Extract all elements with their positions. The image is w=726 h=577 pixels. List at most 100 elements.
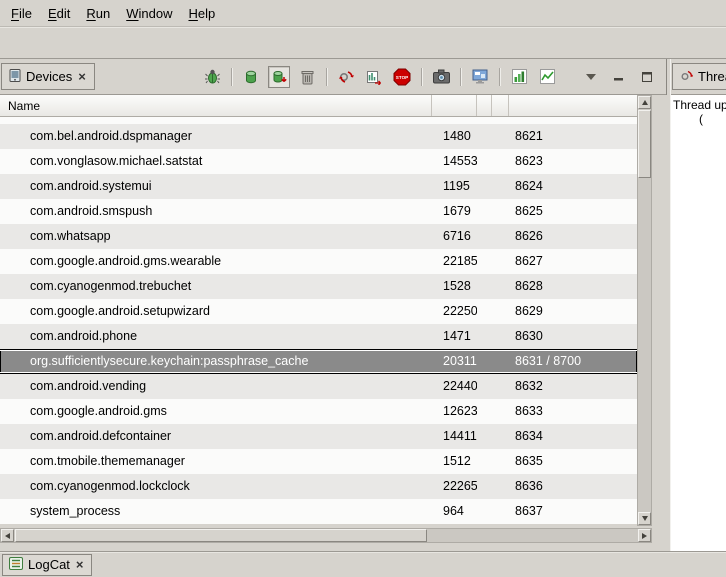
- pid-cell: 1679: [432, 199, 477, 224]
- update-heap-icon[interactable]: [240, 66, 262, 88]
- menu-window[interactable]: Window: [118, 2, 180, 25]
- table-row[interactable]: com.cyanogenmod.trebuchet 1528 8628: [0, 274, 637, 299]
- svg-text:STOP: STOP: [396, 75, 408, 80]
- scroll-right-button[interactable]: [638, 529, 651, 542]
- port-cell: 8636: [509, 474, 637, 499]
- empty-cell: [477, 249, 492, 274]
- empty-cell: [492, 174, 509, 199]
- port-cell: 8625: [509, 199, 637, 224]
- arrow-left-icon: [5, 533, 10, 539]
- process-name-cell: com.android.phone: [0, 324, 432, 349]
- table-row[interactable]: com.google.android.setupwizard 22250 862…: [0, 299, 637, 324]
- close-icon[interactable]: ×: [77, 71, 87, 83]
- pid-cell: 20311: [432, 350, 477, 373]
- network-stats-icon[interactable]: [536, 66, 558, 88]
- empty-cell: [492, 224, 509, 249]
- menu-file[interactable]: File: [3, 2, 40, 25]
- pid-cell: 22250: [432, 299, 477, 324]
- debug-process-icon[interactable]: [201, 66, 223, 88]
- horizontal-scrollbar-thumb[interactable]: [15, 529, 427, 542]
- table-header: Name: [0, 95, 637, 117]
- menu-edit[interactable]: Edit: [40, 2, 78, 25]
- port-cell: 8634: [509, 424, 637, 449]
- port-cell: 8623: [509, 149, 637, 174]
- column-header-name: Name: [0, 95, 432, 116]
- dump-view-hierarchy-icon[interactable]: [469, 66, 491, 88]
- table-row[interactable]: com.android.defcontainer 14411 8634: [0, 424, 637, 449]
- view-menu-icon[interactable]: [580, 66, 602, 88]
- toolbar-separator: [460, 68, 461, 86]
- menu-run[interactable]: Run: [78, 2, 118, 25]
- empty-cell: [477, 174, 492, 199]
- empty-cell: [477, 399, 492, 424]
- pid-cell: 1480: [432, 124, 477, 149]
- toolbar-separator: [231, 68, 232, 86]
- column-header-empty: [492, 95, 509, 116]
- pid-cell: 14553: [432, 149, 477, 174]
- port-cell: 8632: [509, 374, 637, 399]
- logcat-icon: [9, 557, 23, 573]
- scroll-left-button[interactable]: [1, 529, 14, 542]
- cause-gc-icon[interactable]: [296, 66, 318, 88]
- port-cell: 8627: [509, 249, 637, 274]
- table-row[interactable]: com.android.smspush 1679 8625: [0, 199, 637, 224]
- empty-cell: [477, 449, 492, 474]
- table-row[interactable]: com.cyanogenmod.lockclock 22265 8636: [0, 474, 637, 499]
- ddms-window: FileEditRunWindowHelp Devices × STOP Nam…: [0, 0, 726, 577]
- start-method-profiling-icon[interactable]: [363, 66, 385, 88]
- stop-process-icon[interactable]: STOP: [391, 66, 413, 88]
- menu-bar: FileEditRunWindowHelp: [0, 0, 726, 27]
- port-cell: 8630: [509, 324, 637, 349]
- table-row[interactable]: com.google.android.gms.wearable 22185 86…: [0, 249, 637, 274]
- table-row[interactable]: com.tmobile.thememanager 1512 8635: [0, 449, 637, 474]
- table-row[interactable]: com.bel.android.dspmanager 1480 8621: [0, 124, 637, 149]
- process-table-body: com.bel.android.dspmanager 1480 8621 com…: [0, 117, 637, 524]
- pid-cell: 1195: [432, 174, 477, 199]
- pid-cell: 964: [432, 499, 477, 524]
- close-icon[interactable]: ×: [75, 559, 85, 571]
- empty-cell: [477, 374, 492, 399]
- device-icon: [9, 69, 21, 85]
- tab-threads[interactable]: Threads: [672, 63, 726, 90]
- horizontal-scrollbar[interactable]: [0, 528, 652, 543]
- table-row[interactable]: com.android.systemui 1195 8624: [0, 174, 637, 199]
- tab-logcat[interactable]: LogCat ×: [2, 554, 92, 576]
- tab-devices[interactable]: Devices ×: [1, 63, 95, 90]
- minimize-icon[interactable]: [608, 66, 630, 88]
- bottom-bar: LogCat ×: [0, 551, 726, 577]
- threads-message-line2: (: [671, 112, 726, 126]
- process-name-cell: system_process: [0, 499, 432, 524]
- system-info-icon[interactable]: [508, 66, 530, 88]
- table-row[interactable]: system_process 964 8637: [0, 499, 637, 524]
- process-name-cell: com.cyanogenmod.trebuchet: [0, 274, 432, 299]
- main-toolbar: [0, 27, 726, 59]
- empty-cell: [492, 424, 509, 449]
- table-row[interactable]: com.google.android.gms 12623 8633: [0, 399, 637, 424]
- table-row[interactable]: org.sufficientlysecure.keychain:passphra…: [0, 349, 637, 374]
- pid-cell: 12623: [432, 399, 477, 424]
- table-row[interactable]: com.vonglasow.michael.satstat 14553 8623: [0, 149, 637, 174]
- pid-cell: 14411: [432, 424, 477, 449]
- table-row[interactable]: com.android.vending 22440 8632: [0, 374, 637, 399]
- empty-cell: [492, 299, 509, 324]
- scroll-down-button[interactable]: [638, 512, 651, 525]
- empty-cell: [477, 424, 492, 449]
- dump-hprof-icon[interactable]: [268, 66, 290, 88]
- table-row[interactable]: com.android.phone 1471 8630: [0, 324, 637, 349]
- menu-help[interactable]: Help: [180, 2, 223, 25]
- vertical-scrollbar[interactable]: [637, 95, 652, 526]
- empty-cell: [477, 350, 492, 373]
- empty-cell: [477, 274, 492, 299]
- update-threads-icon[interactable]: [335, 66, 357, 88]
- process-name-cell: com.tmobile.thememanager: [0, 449, 432, 474]
- empty-cell: [477, 149, 492, 174]
- vertical-scrollbar-thumb[interactable]: [638, 110, 651, 178]
- table-row[interactable]: com.whatsapp 6716 8626: [0, 224, 637, 249]
- tab-devices-label: Devices: [26, 69, 72, 84]
- maximize-icon[interactable]: [636, 66, 658, 88]
- port-cell: 8624: [509, 174, 637, 199]
- screen-capture-icon[interactable]: [430, 66, 452, 88]
- scroll-up-button[interactable]: [638, 96, 651, 109]
- port-cell: 8633: [509, 399, 637, 424]
- pid-cell: 6716: [432, 224, 477, 249]
